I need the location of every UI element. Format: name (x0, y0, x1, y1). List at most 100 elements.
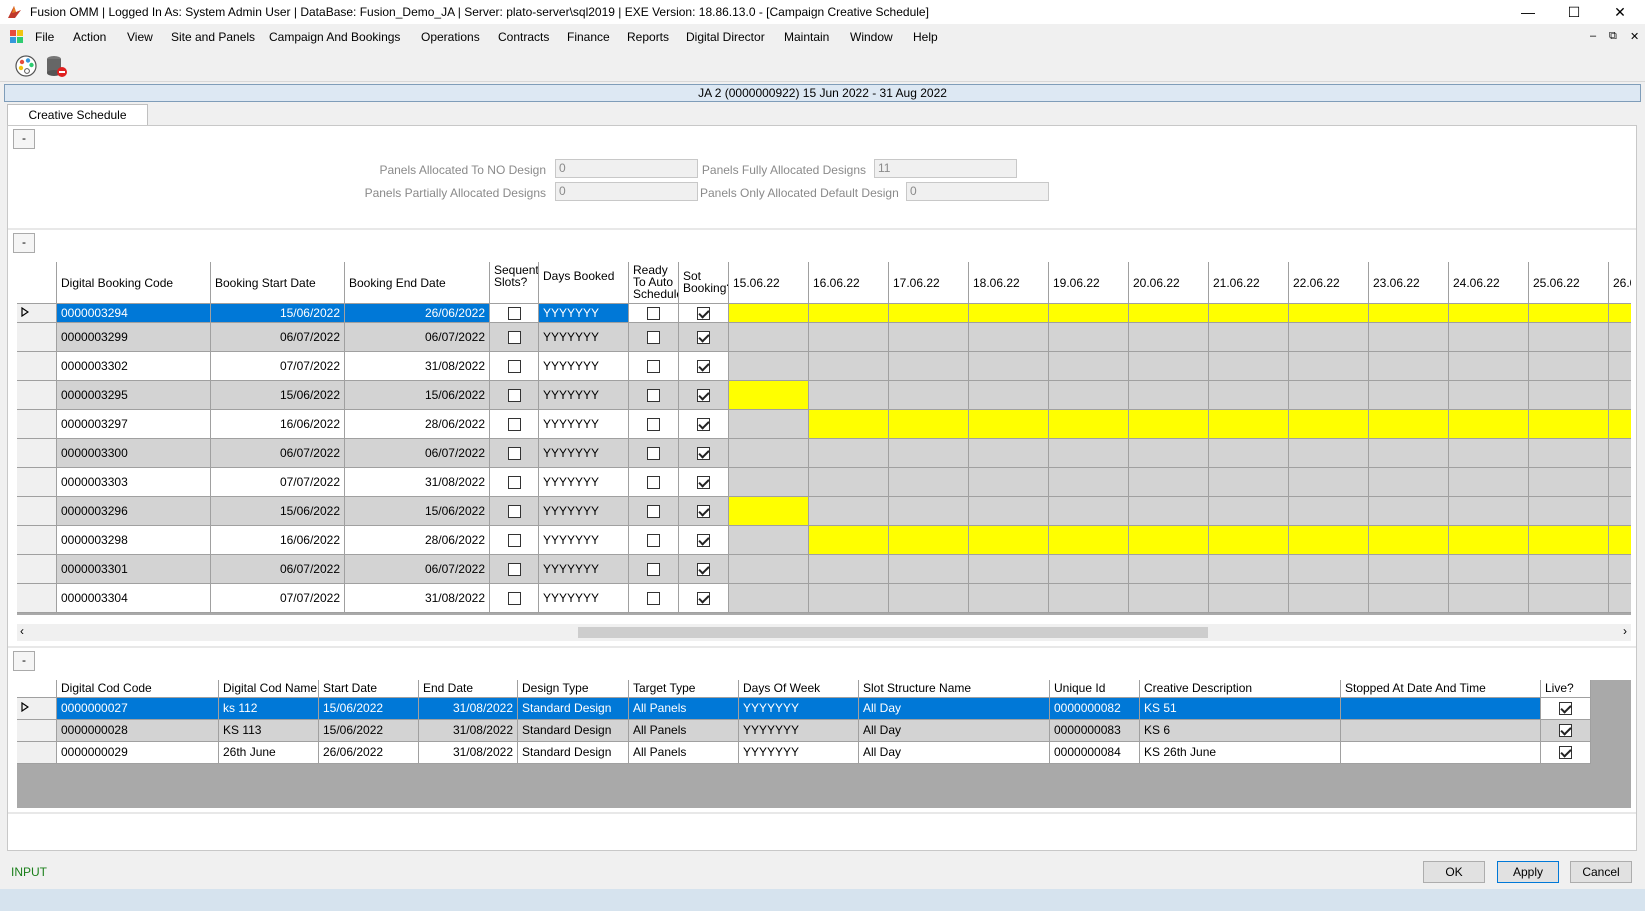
schedule-cell-empty[interactable] (1129, 555, 1209, 584)
ready-checkbox[interactable] (647, 331, 660, 345)
schedule-cell-empty[interactable] (1289, 439, 1369, 468)
booking-row[interactable]: 0000003304 07/07/2022 31/08/2022 YYYYYYY (17, 584, 1631, 613)
cell-live-checkbox[interactable] (1541, 698, 1591, 720)
cell-seq-checkbox[interactable] (490, 468, 539, 497)
cell-code[interactable]: 0000003297 (57, 410, 211, 439)
cell-start[interactable]: 06/07/2022 (211, 439, 345, 468)
cell-days[interactable]: YYYYYYY (539, 381, 629, 410)
schedule-cell-empty[interactable] (969, 468, 1049, 497)
menu-maintain[interactable]: Maintain (784, 30, 829, 44)
cell-code[interactable]: 0000003300 (57, 439, 211, 468)
cell-days[interactable]: YYYYYYY (539, 584, 629, 613)
schedule-cell-empty[interactable] (1369, 439, 1449, 468)
cell-seq-checkbox[interactable] (490, 497, 539, 526)
creative-cell-dow[interactable]: YYYYYYY (739, 698, 859, 720)
creative-cell-code[interactable]: 0000000027 (57, 698, 219, 720)
schedule-cell-empty[interactable] (1289, 323, 1369, 352)
schedule-cell-filled[interactable] (1129, 410, 1209, 439)
schedule-cell-empty[interactable] (1449, 497, 1529, 526)
schedule-cell-empty[interactable] (1049, 468, 1129, 497)
col-stopped[interactable]: Stopped At Date And Time (1341, 680, 1541, 698)
schedule-cell-empty[interactable] (1529, 352, 1609, 381)
seq-checkbox[interactable] (507, 360, 521, 374)
cell-ready-checkbox[interactable] (629, 323, 679, 352)
cell-start[interactable]: 07/07/2022 (211, 468, 345, 497)
cell-end[interactable]: 31/08/2022 (345, 468, 490, 497)
menu-file[interactable]: File (35, 30, 54, 44)
col-date-8[interactable]: 23.06.22 (1369, 262, 1449, 304)
schedule-cell-filled[interactable] (889, 526, 969, 555)
cell-ready-checkbox[interactable] (629, 584, 679, 613)
cell-sot-checkbox[interactable] (679, 323, 729, 352)
cell-end[interactable]: 31/08/2022 (345, 584, 490, 613)
schedule-cell-empty[interactable] (1209, 497, 1289, 526)
col-name[interactable]: Digital Cod Name (219, 680, 319, 698)
creative-cell-end[interactable]: 31/08/2022 (419, 720, 518, 742)
schedule-cell-empty[interactable] (729, 584, 809, 613)
sot-checkbox[interactable] (697, 505, 710, 519)
cell-end[interactable]: 06/07/2022 (345, 323, 490, 352)
row-selector[interactable] (17, 742, 57, 764)
schedule-cell-empty[interactable] (1129, 584, 1209, 613)
col-sequential-slots[interactable]: Sequential Slots? (490, 262, 539, 304)
cell-sot-checkbox[interactable] (679, 352, 729, 381)
mdi-minimize-button[interactable]: – (1590, 30, 1596, 42)
schedule-cell-empty[interactable] (1049, 381, 1129, 410)
creative-cell-target[interactable]: All Panels (629, 698, 739, 720)
cell-start[interactable]: 15/06/2022 (211, 381, 345, 410)
creative-cell-uid[interactable]: 0000000082 (1050, 698, 1140, 720)
col-date-2[interactable]: 17.06.22 (889, 262, 969, 304)
schedule-cell-empty[interactable] (1449, 584, 1529, 613)
schedule-cell-empty[interactable] (1609, 439, 1631, 468)
cell-days[interactable]: YYYYYYY (539, 526, 629, 555)
creatives-grid[interactable]: Digital Cod Code Digital Cod Name Start Da… (17, 680, 1631, 808)
schedule-cell-filled[interactable] (1209, 304, 1289, 323)
schedule-cell-empty[interactable] (809, 497, 889, 526)
schedule-cell-empty[interactable] (1369, 584, 1449, 613)
schedule-cell-empty[interactable] (1209, 584, 1289, 613)
schedule-cell-empty[interactable] (1529, 584, 1609, 613)
schedule-cell-empty[interactable] (809, 468, 889, 497)
mdi-close-button[interactable]: ✕ (1630, 30, 1639, 43)
menu-reports[interactable]: Reports (627, 30, 669, 44)
col-uid[interactable]: Unique Id (1050, 680, 1140, 698)
cell-seq-checkbox[interactable] (490, 381, 539, 410)
cell-ready-checkbox[interactable] (629, 352, 679, 381)
minimize-button[interactable]: — (1505, 0, 1551, 24)
cell-sot-checkbox[interactable] (679, 584, 729, 613)
cell-code[interactable]: 0000003296 (57, 497, 211, 526)
cell-seq-checkbox[interactable] (490, 323, 539, 352)
cell-sot-checkbox[interactable] (679, 497, 729, 526)
cell-seq-checkbox[interactable] (490, 439, 539, 468)
cell-code[interactable]: 0000003302 (57, 352, 211, 381)
schedule-cell-empty[interactable] (1529, 323, 1609, 352)
cell-ready-checkbox[interactable] (629, 468, 679, 497)
schedule-cell-empty[interactable] (1449, 323, 1529, 352)
sot-checkbox[interactable] (697, 476, 710, 490)
cell-start[interactable]: 15/06/2022 (211, 304, 345, 323)
schedule-cell-filled[interactable] (1289, 304, 1369, 323)
booking-row[interactable]: 0000003296 15/06/2022 15/06/2022 YYYYYYY (17, 497, 1631, 526)
schedule-cell-empty[interactable] (1049, 584, 1129, 613)
cell-code[interactable]: 0000003303 (57, 468, 211, 497)
schedule-cell-empty[interactable] (1369, 352, 1449, 381)
col-live[interactable]: Live? (1541, 680, 1591, 698)
schedule-cell-empty[interactable] (809, 352, 889, 381)
schedule-cell-empty[interactable] (1289, 555, 1369, 584)
cell-start[interactable]: 06/07/2022 (211, 555, 345, 584)
row-selector[interactable] (17, 698, 57, 720)
schedule-cell-filled[interactable] (1209, 526, 1289, 555)
col-slot[interactable]: Slot Structure Name (859, 680, 1050, 698)
schedule-cell-filled[interactable] (729, 497, 809, 526)
cell-live-checkbox[interactable] (1541, 720, 1591, 742)
schedule-cell-filled[interactable] (1609, 410, 1631, 439)
row-selector[interactable] (17, 410, 57, 439)
schedule-cell-empty[interactable] (1289, 468, 1369, 497)
cell-ready-checkbox[interactable] (629, 439, 679, 468)
cell-start[interactable]: 07/07/2022 (211, 584, 345, 613)
cell-sot-checkbox[interactable] (679, 304, 729, 323)
creative-cell-design[interactable]: Standard Design (518, 698, 629, 720)
cell-code[interactable]: 0000003301 (57, 555, 211, 584)
schedule-cell-empty[interactable] (889, 584, 969, 613)
cell-days[interactable]: YYYYYYY (539, 304, 629, 323)
